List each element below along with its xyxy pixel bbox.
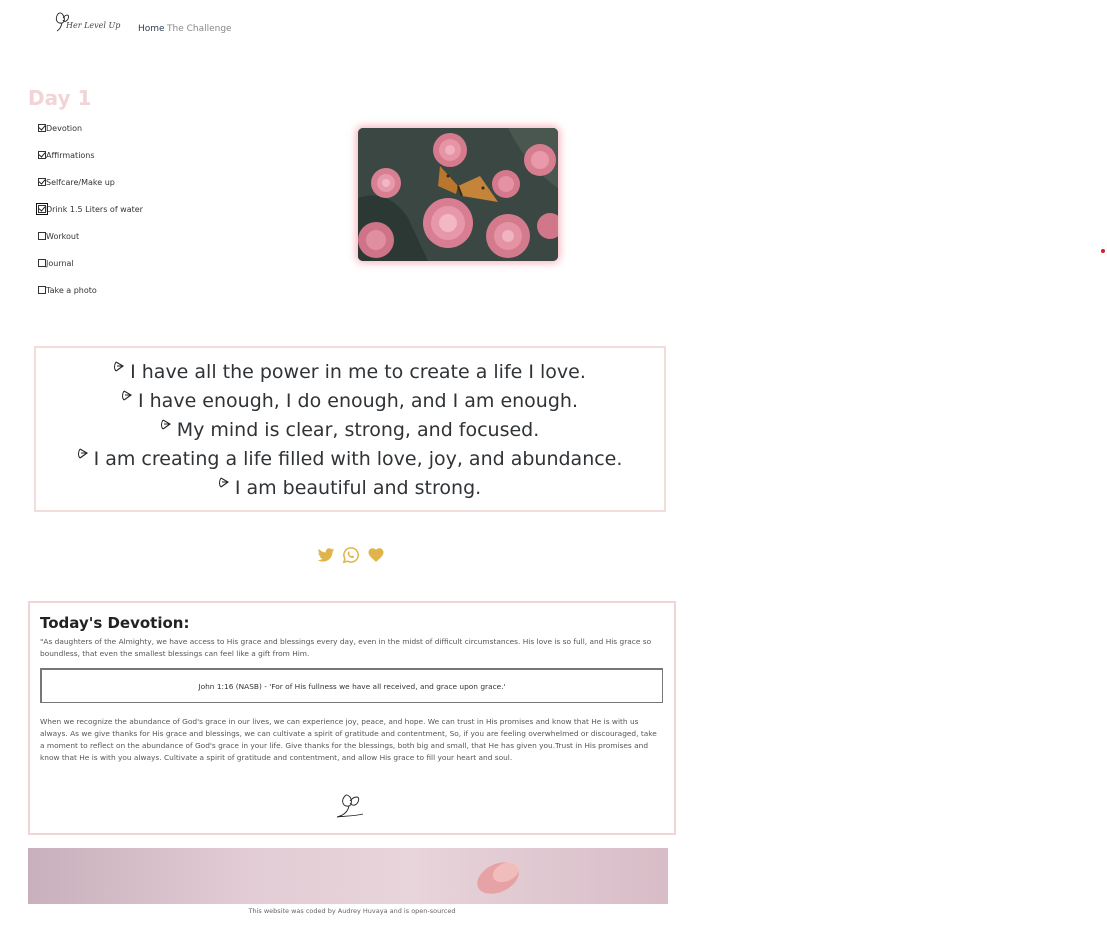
twitter-icon[interactable] [317, 546, 335, 564]
heart-icon[interactable] [367, 546, 385, 564]
butterfly-icon [122, 390, 133, 401]
affirmation-text: My mind is clear, strong, and focused. [176, 419, 540, 441]
task-checkbox[interactable] [38, 232, 46, 240]
task-label: Take a photo [46, 285, 97, 295]
affirmations-box: I have all the power in me to create a l… [34, 346, 666, 512]
affirmation-line: I have all the power in me to create a l… [36, 360, 664, 384]
task-devotion[interactable]: Devotion [38, 122, 82, 134]
task-checkbox[interactable] [38, 151, 46, 159]
butterfly-icon [160, 419, 171, 430]
butterfly-icon [218, 477, 229, 488]
task-checkbox[interactable] [38, 124, 46, 132]
affirmation-text: I have enough, I do enough, and I am eno… [138, 390, 578, 412]
affirmation-text: I am beautiful and strong. [234, 477, 482, 499]
devotion-body: When we recognize the abundance of God's… [40, 717, 657, 762]
devotion-title: Today's Devotion: [40, 614, 190, 632]
task-journal[interactable]: Journal [38, 257, 74, 269]
status-dot [1101, 249, 1105, 253]
butterfly-signature-icon [336, 794, 364, 818]
whatsapp-icon[interactable] [342, 546, 360, 564]
task-affirmations[interactable]: Affirmations [38, 149, 95, 161]
affirmation-text: I have all the power in me to create a l… [130, 361, 586, 383]
task-label: Journal [46, 258, 74, 268]
affirmation-text: I am creating a life filled with love, j… [93, 448, 623, 470]
logo-text: Her Level Up [65, 21, 120, 30]
task-selfcare[interactable]: Selfcare/Make up [38, 176, 115, 188]
task-checkbox[interactable] [38, 286, 46, 294]
logo[interactable]: Her Level Up [52, 8, 130, 38]
task-checkbox[interactable] [36, 203, 48, 215]
affirmation-line: I have enough, I do enough, and I am eno… [36, 389, 664, 413]
affirmation-line: I am beautiful and strong. [36, 476, 664, 500]
hero-flower-image [358, 128, 558, 261]
task-label: Drink 1.5 Liters of water [46, 204, 143, 214]
task-checkbox[interactable] [38, 259, 46, 267]
task-checkbox[interactable] [38, 178, 46, 186]
task-label: Affirmations [46, 150, 95, 160]
task-workout[interactable]: Workout [38, 230, 79, 242]
nav-home-link[interactable]: Home [138, 24, 165, 34]
butterfly-icon [114, 361, 125, 372]
affirmation-line: My mind is clear, strong, and focused. [36, 418, 664, 442]
verse-text: John 1:16 (NASB) - 'For of His fullness … [198, 681, 506, 691]
task-photo[interactable]: Take a photo [38, 284, 97, 296]
day-title: Day 1 [28, 86, 92, 110]
devotion-quote: "As daughters of the Almighty, we have a… [40, 637, 652, 658]
task-label: Devotion [46, 123, 83, 133]
task-label: Selfcare/Make up [46, 177, 115, 187]
task-water[interactable]: Drink 1.5 Liters of water [36, 203, 143, 215]
verse-box: John 1:16 (NASB) - 'For of His fullness … [40, 668, 663, 703]
task-label: Workout [46, 231, 80, 241]
nav-challenge-link[interactable]: The Challenge [167, 24, 232, 34]
affirmation-line: I am creating a life filled with love, j… [36, 447, 664, 471]
butterfly-icon [77, 448, 88, 459]
footer-banner-image [28, 848, 668, 904]
footer-credit: This website was coded by Audrey Huvaya … [248, 907, 456, 915]
